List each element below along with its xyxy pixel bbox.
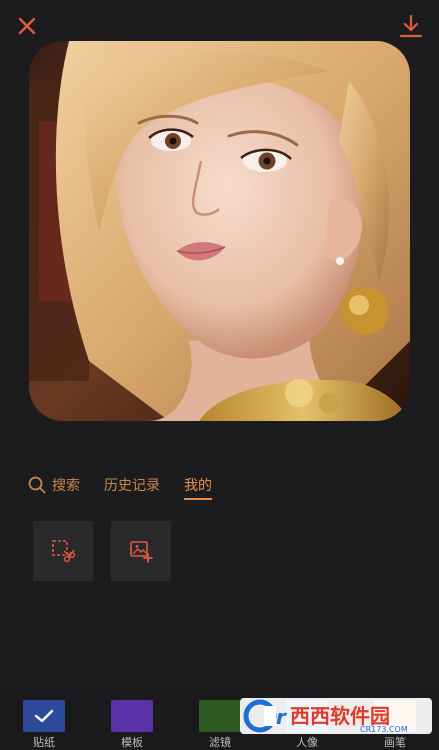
- crop-cutout-icon: [52, 540, 76, 563]
- site-watermark: r 西西软件园 CR173.COM: [240, 696, 432, 736]
- tool-brush-label: 画笔: [384, 736, 406, 749]
- close-icon: [18, 17, 36, 35]
- add-image-button[interactable]: [111, 521, 171, 581]
- download-button[interactable]: [397, 12, 425, 40]
- category-tabs: 搜索 历史记录 我的: [28, 472, 212, 500]
- watermark-logo: r 西西软件园 CR173.COM: [240, 698, 432, 734]
- template-swatch: [111, 700, 153, 732]
- add-image-icon: [130, 541, 153, 563]
- svg-text:r: r: [276, 705, 287, 729]
- tab-mine[interactable]: 我的: [184, 472, 212, 500]
- top-bar: [0, 0, 439, 44]
- tool-sticker[interactable]: 贴纸: [23, 700, 65, 750]
- watermark-url: CR173.COM: [360, 725, 408, 734]
- tab-search-label: 搜索: [52, 478, 80, 494]
- sticker-swatch: [23, 700, 65, 732]
- portrait-image: [29, 41, 410, 421]
- filter-swatch: [199, 700, 241, 732]
- crop-cutout-button[interactable]: [33, 521, 93, 581]
- download-icon: [399, 14, 423, 38]
- tab-search[interactable]: 搜索: [28, 472, 80, 498]
- check-icon: [34, 709, 54, 723]
- action-tiles: [33, 521, 171, 581]
- edited-photo[interactable]: [29, 41, 410, 421]
- tool-filter[interactable]: 滤镜: [199, 700, 241, 750]
- close-button[interactable]: [14, 13, 40, 39]
- search-icon: [28, 476, 46, 494]
- tool-template[interactable]: 模板: [111, 700, 153, 750]
- tab-history-label: 历史记录: [104, 478, 160, 494]
- tab-mine-label: 我的: [184, 478, 212, 494]
- tool-filter-label: 滤镜: [209, 736, 231, 749]
- tool-template-label: 模板: [121, 736, 143, 749]
- tool-portrait-label: 人像: [296, 736, 318, 749]
- tab-history[interactable]: 历史记录: [104, 472, 160, 498]
- tool-sticker-label: 贴纸: [33, 736, 55, 749]
